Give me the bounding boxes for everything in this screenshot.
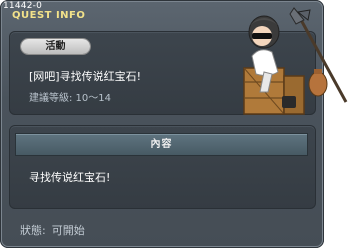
quest-category-badge: 活動 <box>21 39 90 54</box>
recommended-level: 建議等級: 10～14 <box>29 93 111 104</box>
window-title: QUEST INFO <box>12 10 86 21</box>
quest-status: 狀態: 可開始 <box>20 222 85 238</box>
quest-name: [网吧]寻找传说红宝石! <box>29 70 141 83</box>
content-header: 內容 <box>16 134 307 155</box>
content-panel: 內容 寻找传说红宝石! <box>9 125 316 209</box>
content-description: 寻找传说红宝石! <box>29 171 111 184</box>
status-value: 可開始 <box>51 224 85 237</box>
status-label: 狀態: <box>20 224 46 237</box>
npc-portrait-icon <box>243 7 348 115</box>
